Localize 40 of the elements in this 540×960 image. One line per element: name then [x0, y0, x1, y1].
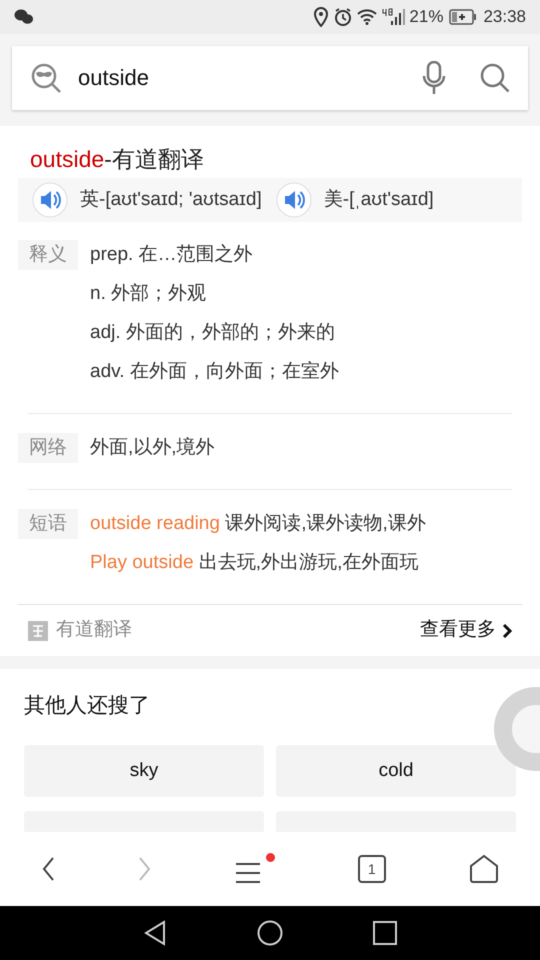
mask-search-icon	[30, 62, 62, 94]
home-icon[interactable]	[468, 854, 499, 884]
suggestion-chip[interactable]: cold	[276, 745, 516, 797]
definition-line: n. 外部；外观	[90, 282, 208, 306]
search-icon[interactable]	[480, 63, 510, 93]
back-icon[interactable]	[41, 856, 56, 882]
recents-icon[interactable]	[373, 921, 397, 945]
speaker-icon[interactable]	[32, 182, 68, 218]
section-label: 释义	[18, 240, 78, 270]
battery-percent: 21%	[409, 6, 444, 28]
result-title[interactable]: outside-有道翻译	[18, 144, 522, 174]
view-more-link[interactable]: 查看更多	[420, 616, 512, 645]
battery-icon	[449, 9, 478, 25]
phrase-line: outside reading 课外阅读,课外读物,课外	[90, 512, 426, 536]
definition-line: adj. 外面的，外部的；外来的	[90, 321, 336, 345]
tabs-button[interactable]: 1	[358, 855, 386, 883]
signal-icon	[381, 8, 406, 26]
phrase-line: Play outside 出去玩,外出游玩,在外面玩	[90, 551, 420, 575]
chevron-icon	[502, 624, 512, 638]
menu-icon[interactable]	[234, 861, 261, 885]
search-bar[interactable]: outside	[12, 46, 528, 110]
chat-app-icon	[14, 9, 34, 25]
suggestion-chip[interactable]: sky	[24, 745, 264, 797]
definition-line: 外面,以外,境外	[90, 436, 215, 460]
definition-line: prep. 在…范围之外	[90, 243, 254, 267]
wifi-icon	[357, 9, 378, 25]
source-label: 有道翻译	[56, 618, 133, 642]
section-heading: 其他人还搜了	[24, 693, 151, 719]
translate-icon	[28, 620, 48, 640]
microphone-icon[interactable]	[422, 61, 446, 95]
definition-line: adv. 在外面，向外面；在室外	[90, 360, 339, 384]
phonetic-text: 美-[ˌaʊt'saɪd]	[324, 188, 434, 212]
alarm-icon	[334, 8, 352, 26]
phonetic-text: 英-[aʊt'saɪd; 'aʊtsaɪd]	[80, 188, 262, 212]
section-label: 网络	[18, 433, 78, 463]
location-icon	[313, 7, 330, 27]
clock-time: 23:38	[483, 6, 526, 28]
back-icon[interactable]	[143, 920, 167, 946]
speaker-icon[interactable]	[276, 182, 312, 218]
section-label: 短语	[18, 509, 78, 539]
